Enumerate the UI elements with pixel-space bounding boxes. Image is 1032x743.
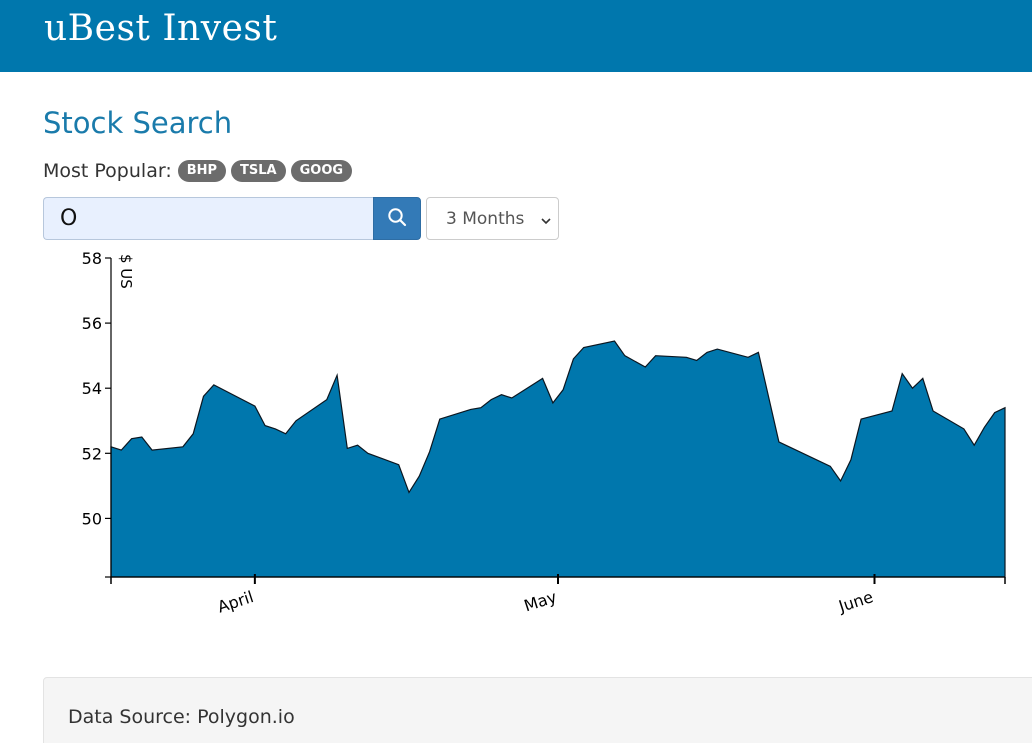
search-icon (387, 207, 407, 231)
y-axis-label: $ US (117, 254, 135, 289)
price-chart: 50 52 54 56 58 April May June $ US (82, 249, 1006, 617)
footer-well: Data Source: Polygon.io (43, 677, 1032, 743)
y-axis: 50 52 54 56 58 (82, 249, 112, 578)
price-area-series (110, 340, 1006, 578)
y-tick-label: 50 (82, 509, 102, 528)
stock-search-input[interactable] (43, 197, 374, 240)
x-tick-label: April (215, 587, 256, 616)
x-axis: April May June (110, 574, 1006, 617)
ticker-pill-tsla[interactable]: TSLA (231, 160, 286, 182)
chevron-down-icon (540, 212, 552, 232)
most-popular-row: Most Popular: BHP TSLA GOOG (43, 157, 353, 185)
y-tick-label: 56 (82, 314, 102, 333)
y-tick-label: 52 (82, 444, 102, 463)
x-tick-label: May (522, 587, 559, 615)
time-range-select[interactable]: 3 Months (426, 197, 559, 240)
search-button[interactable] (373, 197, 421, 240)
ticker-pill-bhp[interactable]: BHP (177, 160, 227, 182)
most-popular-label: Most Popular: (43, 160, 172, 182)
y-tick-label: 58 (82, 249, 102, 268)
x-tick-label: June (835, 587, 875, 616)
y-tick-label: 54 (82, 379, 102, 398)
time-range-selected: 3 Months (446, 208, 525, 229)
data-source-text: Data Source: Polygon.io (68, 706, 295, 728)
ticker-pill-goog[interactable]: GOOG (290, 160, 353, 182)
brand-logo-text[interactable]: uBest Invest (44, 8, 277, 49)
page-title: Stock Search (43, 106, 233, 140)
top-navbar: uBest Invest (0, 0, 1032, 72)
